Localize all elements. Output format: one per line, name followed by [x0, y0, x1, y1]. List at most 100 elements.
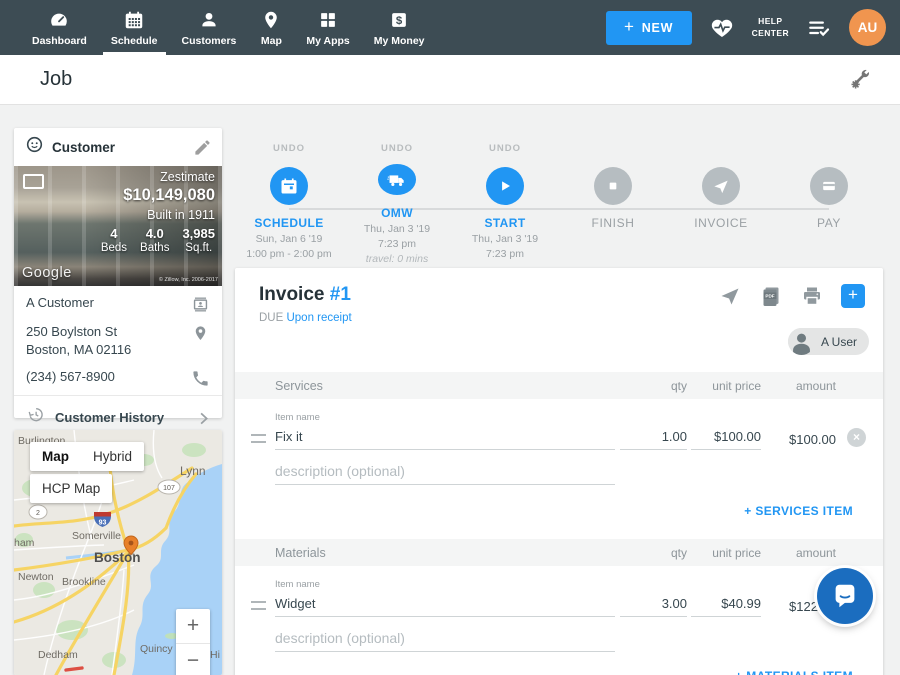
finish-step-button[interactable]: [594, 167, 632, 205]
built-year: Built in 1911: [101, 208, 215, 222]
map-label-somerville: Somerville: [72, 530, 121, 542]
add-materials-item-link[interactable]: + MATERIALS ITEM: [735, 669, 853, 675]
address-line1: 250 Boylston St: [26, 323, 191, 341]
apps-grid-icon: [317, 9, 339, 31]
nav-item-my-apps[interactable]: My Apps: [294, 0, 361, 55]
map-zoom-control: + −: [176, 609, 210, 675]
zestimate-overlay: Zestimate $10,149,080 Built in 1911 4Bed…: [101, 170, 215, 254]
materials-header-bar: Materials qty unit price amount: [235, 539, 883, 566]
help-center-line1: HELP: [752, 16, 789, 27]
step-date: Thu, Jan 3 '19: [472, 233, 538, 245]
workflow-step-invoice: INVOICE: [667, 135, 775, 265]
svg-text:$: $: [396, 15, 403, 27]
help-center-link[interactable]: HELP CENTER: [752, 16, 789, 38]
assigned-user-chip[interactable]: A User: [788, 328, 869, 355]
zestimate-value: $10,149,080: [101, 186, 215, 205]
service-item-name-input[interactable]: Fix it: [275, 423, 615, 450]
material-description-input[interactable]: description (optional): [275, 625, 615, 652]
add-invoice-button[interactable]: +: [841, 284, 865, 308]
due-value-link[interactable]: Upon receipt: [286, 312, 351, 324]
nav-item-my-money[interactable]: $ My Money: [362, 0, 437, 55]
job-tools-icon[interactable]: [848, 68, 872, 92]
step-label: START: [484, 216, 525, 230]
map-type-map-button[interactable]: Map: [30, 442, 81, 471]
svg-text:93: 93: [99, 520, 107, 527]
due-label: DUE: [259, 312, 283, 324]
play-icon: [495, 176, 515, 196]
dashboard-icon: [48, 9, 70, 31]
qty-column-header: qty: [620, 546, 687, 560]
invoice-step-button[interactable]: [702, 167, 740, 205]
workflow-step-pay: PAY: [775, 135, 883, 265]
omw-step-button[interactable]: [378, 164, 416, 195]
contact-card-icon[interactable]: [191, 295, 210, 314]
nav-item-customers[interactable]: Customers: [170, 0, 249, 55]
hcp-map-button[interactable]: HCP Map: [30, 474, 112, 503]
route-2-badge: 2: [29, 505, 47, 519]
material-unit-price-input[interactable]: $40.99: [691, 590, 761, 617]
new-button[interactable]: +NEW: [606, 11, 692, 45]
drag-handle[interactable]: [251, 434, 266, 443]
undo-omw-button[interactable]: UNDO: [381, 143, 413, 154]
zoom-in-button[interactable]: +: [176, 609, 210, 643]
plus-icon: +: [624, 17, 635, 37]
chevron-right-icon: [194, 409, 210, 425]
start-step-button[interactable]: [486, 167, 524, 205]
nav-label: Map: [261, 35, 282, 47]
drag-handle[interactable]: [251, 601, 266, 610]
map-label-waltham: ham: [14, 537, 35, 549]
nav-label: Schedule: [111, 35, 158, 47]
pay-step-button[interactable]: [810, 167, 848, 205]
customer-address-row: 250 Boylston St Boston, MA 02116: [14, 321, 222, 365]
customer-phone: (234) 567-8900: [26, 368, 191, 386]
pdf-icon[interactable]: PDF: [759, 284, 783, 308]
remove-service-item-button[interactable]: ×: [847, 428, 866, 447]
map-card: Burlington Lynn Somerville ham Newton Br…: [14, 430, 222, 675]
material-qty-input[interactable]: 3.00: [620, 590, 687, 617]
history-icon: [26, 405, 45, 429]
step-date: Sun, Jan 6 '19: [256, 233, 323, 245]
service-unit-price-input[interactable]: $100.00: [691, 423, 761, 450]
invoice-due: DUE Upon receipt: [259, 312, 352, 324]
health-heart-icon[interactable]: [709, 15, 735, 41]
nav-item-schedule[interactable]: Schedule: [99, 0, 170, 55]
map-type-hybrid-button[interactable]: Hybrid: [81, 442, 144, 471]
undo-schedule-button[interactable]: UNDO: [273, 143, 305, 157]
unit-price-column-header: unit price: [691, 379, 761, 393]
primary-nav: Dashboard Schedule Customers Map My Apps…: [0, 0, 437, 55]
map-label-newton: Newton: [18, 571, 54, 583]
undo-start-button[interactable]: UNDO: [489, 143, 521, 157]
zillow-copyright: © Zillow, Inc. 2006-2017: [159, 277, 218, 283]
services-header: Services: [275, 379, 323, 393]
content-area: Customer Zestimate $10,149,080 Built in …: [0, 105, 900, 675]
user-silhouette-icon: [788, 328, 815, 355]
stat-baths: 4.0Baths: [140, 226, 169, 254]
step-date: Thu, Jan 3 '19: [364, 223, 430, 235]
user-avatar[interactable]: AU: [849, 9, 886, 46]
zoom-out-button[interactable]: −: [176, 643, 210, 675]
edit-pencil-icon[interactable]: [193, 138, 211, 156]
material-item-name-input[interactable]: Widget: [275, 590, 615, 617]
item-name-label: Item name: [275, 579, 320, 590]
service-description-input[interactable]: description (optional): [275, 458, 615, 485]
task-list-icon[interactable]: [806, 15, 832, 41]
schedule-step-button[interactable]: [270, 167, 308, 205]
service-qty-input[interactable]: 1.00: [620, 423, 687, 450]
property-stats: 4Beds 4.0Baths 3,985Sq.ft.: [101, 226, 215, 254]
send-invoice-icon[interactable]: [718, 284, 742, 308]
add-services-item-link[interactable]: + SERVICES ITEM: [744, 504, 853, 518]
service-amount: $100.00: [761, 432, 836, 447]
customer-phone-row: (234) 567-8900: [14, 365, 222, 395]
step-travel: travel: 0 mins: [366, 253, 428, 265]
nav-item-dashboard[interactable]: Dashboard: [20, 0, 99, 55]
nav-label: Customers: [182, 35, 237, 47]
property-photo[interactable]: Zestimate $10,149,080 Built in 1911 4Bed…: [14, 166, 222, 286]
phone-icon[interactable]: [191, 369, 210, 388]
truck-icon: [387, 170, 407, 190]
location-pin-icon[interactable]: [191, 324, 210, 343]
print-icon[interactable]: [800, 284, 824, 308]
chat-bubble-button[interactable]: [817, 568, 873, 624]
nav-label: Dashboard: [32, 35, 87, 47]
customer-face-icon: [25, 135, 44, 159]
nav-item-map[interactable]: Map: [248, 0, 294, 55]
